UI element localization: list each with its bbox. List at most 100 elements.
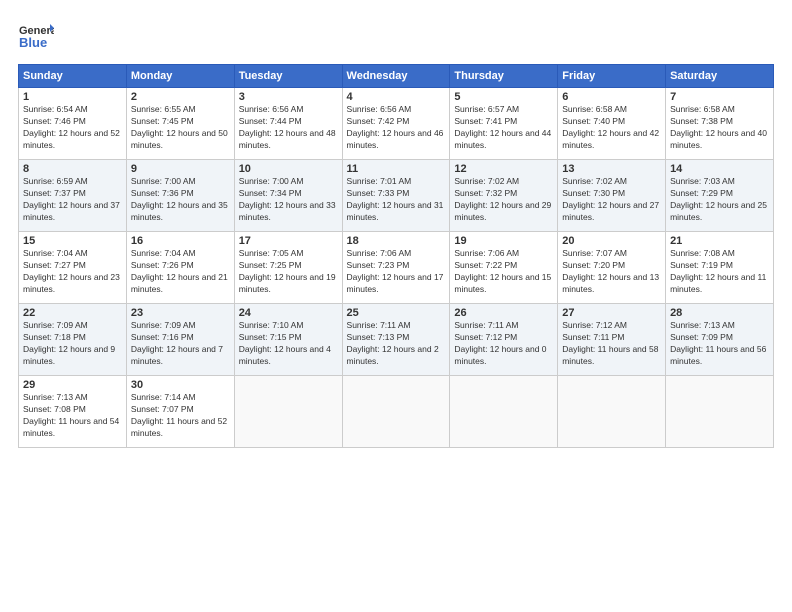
header-cell-sunday: Sunday: [19, 65, 127, 88]
day-info: Sunrise: 6:59 AMSunset: 7:37 PMDaylight:…: [23, 176, 120, 222]
calendar-cell: 15 Sunrise: 7:04 AMSunset: 7:27 PMDaylig…: [19, 232, 127, 304]
day-info: Sunrise: 7:08 AMSunset: 7:19 PMDaylight:…: [670, 248, 766, 294]
week-row-5: 29 Sunrise: 7:13 AMSunset: 7:08 PMDaylig…: [19, 376, 774, 448]
day-number: 21: [670, 235, 769, 247]
day-number: 2: [131, 91, 230, 103]
header-cell-thursday: Thursday: [450, 65, 558, 88]
calendar-cell: 14 Sunrise: 7:03 AMSunset: 7:29 PMDaylig…: [666, 160, 774, 232]
day-number: 23: [131, 307, 230, 319]
day-info: Sunrise: 7:13 AMSunset: 7:08 PMDaylight:…: [23, 392, 119, 438]
calendar-cell: 1 Sunrise: 6:54 AMSunset: 7:46 PMDayligh…: [19, 88, 127, 160]
calendar-cell: 6 Sunrise: 6:58 AMSunset: 7:40 PMDayligh…: [558, 88, 666, 160]
day-number: 28: [670, 307, 769, 319]
week-row-1: 1 Sunrise: 6:54 AMSunset: 7:46 PMDayligh…: [19, 88, 774, 160]
day-info: Sunrise: 7:05 AMSunset: 7:25 PMDaylight:…: [239, 248, 336, 294]
day-info: Sunrise: 7:12 AMSunset: 7:11 PMDaylight:…: [562, 320, 658, 366]
calendar-cell: 3 Sunrise: 6:56 AMSunset: 7:44 PMDayligh…: [234, 88, 342, 160]
day-info: Sunrise: 6:58 AMSunset: 7:38 PMDaylight:…: [670, 104, 767, 150]
day-number: 10: [239, 163, 338, 175]
day-number: 1: [23, 91, 122, 103]
header-row: SundayMondayTuesdayWednesdayThursdayFrid…: [19, 65, 774, 88]
week-row-3: 15 Sunrise: 7:04 AMSunset: 7:27 PMDaylig…: [19, 232, 774, 304]
calendar-cell: 5 Sunrise: 6:57 AMSunset: 7:41 PMDayligh…: [450, 88, 558, 160]
logo-svg: General Blue: [18, 18, 54, 54]
day-info: Sunrise: 7:11 AMSunset: 7:12 PMDaylight:…: [454, 320, 546, 366]
calendar-cell: 19 Sunrise: 7:06 AMSunset: 7:22 PMDaylig…: [450, 232, 558, 304]
day-info: Sunrise: 7:00 AMSunset: 7:34 PMDaylight:…: [239, 176, 336, 222]
header-cell-friday: Friday: [558, 65, 666, 88]
day-info: Sunrise: 7:00 AMSunset: 7:36 PMDaylight:…: [131, 176, 228, 222]
day-number: 20: [562, 235, 661, 247]
calendar-cell: 27 Sunrise: 7:12 AMSunset: 7:11 PMDaylig…: [558, 304, 666, 376]
day-number: 27: [562, 307, 661, 319]
calendar-cell: 20 Sunrise: 7:07 AMSunset: 7:20 PMDaylig…: [558, 232, 666, 304]
calendar-cell: 29 Sunrise: 7:13 AMSunset: 7:08 PMDaylig…: [19, 376, 127, 448]
day-number: 22: [23, 307, 122, 319]
day-info: Sunrise: 7:06 AMSunset: 7:23 PMDaylight:…: [347, 248, 444, 294]
day-info: Sunrise: 7:13 AMSunset: 7:09 PMDaylight:…: [670, 320, 766, 366]
week-row-4: 22 Sunrise: 7:09 AMSunset: 7:18 PMDaylig…: [19, 304, 774, 376]
day-number: 5: [454, 91, 553, 103]
day-number: 8: [23, 163, 122, 175]
calendar-cell: 2 Sunrise: 6:55 AMSunset: 7:45 PMDayligh…: [126, 88, 234, 160]
calendar-cell: 4 Sunrise: 6:56 AMSunset: 7:42 PMDayligh…: [342, 88, 450, 160]
day-number: 18: [347, 235, 446, 247]
day-info: Sunrise: 6:54 AMSunset: 7:46 PMDaylight:…: [23, 104, 120, 150]
calendar-cell: [342, 376, 450, 448]
calendar-cell: 12 Sunrise: 7:02 AMSunset: 7:32 PMDaylig…: [450, 160, 558, 232]
calendar-cell: 22 Sunrise: 7:09 AMSunset: 7:18 PMDaylig…: [19, 304, 127, 376]
calendar-cell: 18 Sunrise: 7:06 AMSunset: 7:23 PMDaylig…: [342, 232, 450, 304]
day-number: 11: [347, 163, 446, 175]
page: General Blue SundayMondayTuesdayWednesda…: [0, 0, 792, 458]
day-number: 3: [239, 91, 338, 103]
calendar-cell: 13 Sunrise: 7:02 AMSunset: 7:30 PMDaylig…: [558, 160, 666, 232]
day-number: 24: [239, 307, 338, 319]
day-info: Sunrise: 7:10 AMSunset: 7:15 PMDaylight:…: [239, 320, 331, 366]
day-number: 17: [239, 235, 338, 247]
day-number: 19: [454, 235, 553, 247]
day-info: Sunrise: 6:56 AMSunset: 7:42 PMDaylight:…: [347, 104, 444, 150]
calendar-cell: 11 Sunrise: 7:01 AMSunset: 7:33 PMDaylig…: [342, 160, 450, 232]
day-number: 9: [131, 163, 230, 175]
calendar-cell: 10 Sunrise: 7:00 AMSunset: 7:34 PMDaylig…: [234, 160, 342, 232]
calendar-cell: 28 Sunrise: 7:13 AMSunset: 7:09 PMDaylig…: [666, 304, 774, 376]
day-info: Sunrise: 7:02 AMSunset: 7:30 PMDaylight:…: [562, 176, 659, 222]
day-info: Sunrise: 7:09 AMSunset: 7:18 PMDaylight:…: [23, 320, 115, 366]
header-cell-wednesday: Wednesday: [342, 65, 450, 88]
calendar-table: SundayMondayTuesdayWednesdayThursdayFrid…: [18, 64, 774, 448]
day-number: 14: [670, 163, 769, 175]
day-number: 26: [454, 307, 553, 319]
day-info: Sunrise: 7:04 AMSunset: 7:27 PMDaylight:…: [23, 248, 120, 294]
calendar-cell: [558, 376, 666, 448]
calendar-cell: [234, 376, 342, 448]
logo: General Blue: [18, 18, 54, 54]
header-cell-saturday: Saturday: [666, 65, 774, 88]
header-cell-monday: Monday: [126, 65, 234, 88]
calendar-cell: 25 Sunrise: 7:11 AMSunset: 7:13 PMDaylig…: [342, 304, 450, 376]
day-info: Sunrise: 6:57 AMSunset: 7:41 PMDaylight:…: [454, 104, 551, 150]
day-number: 29: [23, 379, 122, 391]
day-info: Sunrise: 7:06 AMSunset: 7:22 PMDaylight:…: [454, 248, 551, 294]
calendar-cell: 26 Sunrise: 7:11 AMSunset: 7:12 PMDaylig…: [450, 304, 558, 376]
calendar-cell: [666, 376, 774, 448]
week-row-2: 8 Sunrise: 6:59 AMSunset: 7:37 PMDayligh…: [19, 160, 774, 232]
day-number: 25: [347, 307, 446, 319]
day-info: Sunrise: 7:07 AMSunset: 7:20 PMDaylight:…: [562, 248, 659, 294]
calendar-cell: 17 Sunrise: 7:05 AMSunset: 7:25 PMDaylig…: [234, 232, 342, 304]
day-info: Sunrise: 6:55 AMSunset: 7:45 PMDaylight:…: [131, 104, 228, 150]
day-info: Sunrise: 7:01 AMSunset: 7:33 PMDaylight:…: [347, 176, 444, 222]
day-number: 15: [23, 235, 122, 247]
calendar-cell: 21 Sunrise: 7:08 AMSunset: 7:19 PMDaylig…: [666, 232, 774, 304]
day-info: Sunrise: 6:58 AMSunset: 7:40 PMDaylight:…: [562, 104, 659, 150]
day-info: Sunrise: 7:03 AMSunset: 7:29 PMDaylight:…: [670, 176, 767, 222]
day-number: 13: [562, 163, 661, 175]
day-info: Sunrise: 7:11 AMSunset: 7:13 PMDaylight:…: [347, 320, 439, 366]
calendar-cell: 16 Sunrise: 7:04 AMSunset: 7:26 PMDaylig…: [126, 232, 234, 304]
calendar-cell: 30 Sunrise: 7:14 AMSunset: 7:07 PMDaylig…: [126, 376, 234, 448]
header: General Blue: [18, 18, 774, 54]
day-number: 6: [562, 91, 661, 103]
day-info: Sunrise: 7:09 AMSunset: 7:16 PMDaylight:…: [131, 320, 223, 366]
calendar-cell: 24 Sunrise: 7:10 AMSunset: 7:15 PMDaylig…: [234, 304, 342, 376]
day-number: 16: [131, 235, 230, 247]
calendar-cell: [450, 376, 558, 448]
